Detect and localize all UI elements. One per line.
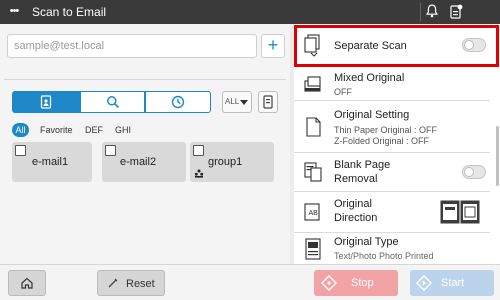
option-original-setting[interactable]: Original Setting Thin Paper Original : O… [294, 101, 490, 153]
original-direction-icon: AB [304, 203, 320, 221]
reset-icon [108, 278, 118, 288]
stop-icon [321, 275, 337, 291]
stop-button[interactable]: Stop [314, 270, 398, 296]
start-button[interactable]: Start [410, 270, 494, 296]
destination-label: e-mail1 [32, 156, 69, 168]
direction-preview-icon [440, 200, 480, 224]
sort-dropdown-value: ALL [225, 97, 240, 106]
device-status-button[interactable] [445, 3, 467, 21]
option-value: OFF [334, 87, 352, 97]
page-title: Scan to Email [32, 5, 107, 19]
history-icon [171, 95, 185, 109]
blank-page-removal-icon [304, 162, 322, 182]
address-book-icon [263, 95, 273, 109]
group-icon [194, 169, 204, 178]
home-button[interactable] [8, 270, 46, 296]
toggle-knob [464, 167, 474, 177]
filter-all[interactable]: All [12, 123, 29, 137]
option-value-line2: Z-Folded Original : OFF [334, 136, 430, 146]
notification-button[interactable] [420, 3, 442, 21]
original-type-icon [305, 238, 321, 260]
svg-text:AB: AB [309, 210, 319, 217]
menu-button[interactable]: ••• [5, 3, 23, 21]
start-icon [416, 275, 432, 291]
option-original-type[interactable]: Original Type Text/Photo Photo Printed [294, 233, 490, 264]
option-label-line2: Direction [334, 212, 378, 224]
sort-dropdown[interactable]: ALL [222, 91, 252, 113]
email-address-input[interactable]: sample@test.local [7, 34, 257, 58]
divider [4, 79, 286, 80]
original-setting-icon [306, 117, 321, 137]
filter-ghi[interactable]: GHI [115, 123, 131, 137]
blank-page-removal-toggle[interactable] [462, 165, 486, 179]
stop-label: Stop [351, 277, 374, 289]
option-label-line1: Blank Page [334, 159, 391, 171]
reset-button[interactable]: Reset [97, 270, 165, 296]
tab-address-book[interactable] [12, 91, 80, 113]
bottom-bar: Reset Stop Start [0, 264, 500, 300]
address-book-icon [40, 95, 52, 109]
bell-icon [425, 4, 438, 18]
option-label-line1: Original [334, 198, 372, 210]
option-original-direction[interactable]: AB Original Direction [294, 192, 490, 233]
home-icon [21, 277, 33, 289]
destination-panel: sample@test.local + ALL All Favorite DEF… [0, 24, 290, 264]
destination-card[interactable]: e-mail2 [102, 142, 186, 182]
tab-search[interactable] [80, 91, 145, 113]
option-label-line2: Removal [334, 173, 378, 185]
mixed-original-icon [304, 76, 321, 92]
add-destination-button[interactable]: + [261, 34, 285, 58]
destination-checkbox[interactable] [15, 145, 26, 156]
filter-favorite[interactable]: Favorite [40, 123, 73, 137]
start-label: Start [441, 277, 465, 289]
destination-card[interactable]: group1 [190, 142, 274, 182]
filter-def[interactable]: DEF [85, 123, 103, 137]
chevron-down-icon [240, 100, 248, 105]
options-scrollbar[interactable] [496, 126, 499, 186]
option-label: Original Type [334, 236, 399, 248]
option-label: Mixed Original [334, 72, 405, 84]
destination-checkbox[interactable] [193, 145, 204, 156]
destination-label: e-mail2 [120, 156, 157, 168]
tab-history[interactable] [145, 91, 211, 113]
reset-label: Reset [126, 278, 155, 290]
option-blank-page-removal[interactable]: Blank Page Removal [294, 153, 490, 192]
address-book-detail-button[interactable] [258, 91, 278, 113]
destination-card[interactable]: e-mail1 [12, 142, 92, 182]
option-value-line1: Thin Paper Original : OFF [334, 125, 438, 135]
option-value: Text/Photo Photo Printed [334, 251, 434, 261]
title-bar: ••• Scan to Email [0, 0, 500, 24]
option-mixed-original[interactable]: Mixed Original OFF [294, 67, 490, 101]
destination-checkbox[interactable] [105, 145, 116, 156]
device-status-icon [450, 4, 463, 19]
option-label: Original Setting [334, 109, 410, 121]
separate-scan-highlight [294, 25, 499, 67]
search-icon [106, 96, 119, 109]
destination-label: group1 [208, 156, 243, 168]
